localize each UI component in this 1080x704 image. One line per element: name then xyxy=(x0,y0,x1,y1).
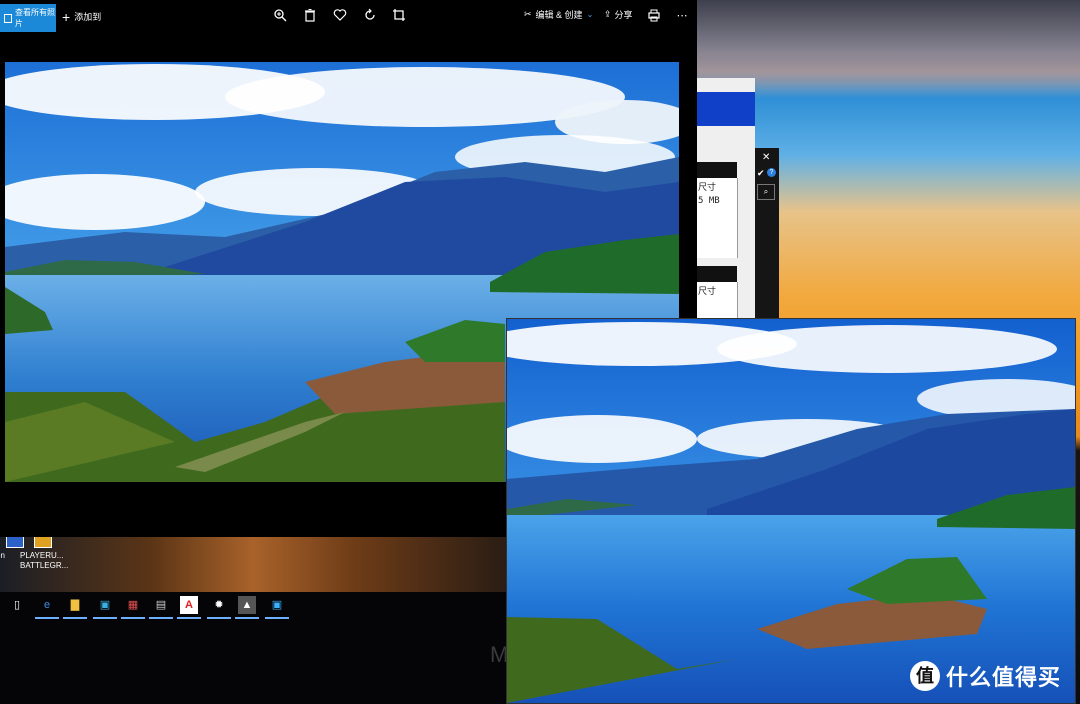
dialog-header xyxy=(697,162,737,178)
more-icon[interactable]: ⋯ xyxy=(674,8,690,24)
secondary-lake-photo xyxy=(507,319,1075,703)
watermark-text: 什么值得买 xyxy=(946,665,1062,690)
taskbar: ▯ e ▇ ▣ ▦ ▤ A ✹ ▲ ▣ xyxy=(0,592,506,622)
photos-icon[interactable]: ▲ xyxy=(235,596,259,619)
printer-app-icon[interactable]: ▤ xyxy=(149,596,173,619)
edit-create-menu[interactable]: ✂ 编辑 & 创建 ⌄ xyxy=(524,8,593,21)
media-icon[interactable]: ▣ xyxy=(265,596,289,619)
close-icon[interactable]: ✕ xyxy=(762,152,770,163)
watermark-badge: 值 xyxy=(910,661,940,691)
search-icon[interactable]: ⌕ xyxy=(757,184,775,200)
view-all-photos-button[interactable]: 查看所有照片 xyxy=(0,4,56,32)
chevron-down-icon: ⌄ xyxy=(586,10,594,19)
zoom-icon[interactable] xyxy=(272,8,288,24)
add-to-button[interactable]: + 添加到 xyxy=(62,8,102,25)
delete-icon[interactable] xyxy=(302,8,318,24)
file-explorer-icon[interactable]: ▇ xyxy=(63,596,87,619)
settings-icon[interactable]: ✹ xyxy=(207,596,231,619)
photos-toolbar: 查看所有照片 + 添加到 ✂ 编辑 & 创建 ⌄ ⇪ 分享 ⋯ xyxy=(0,0,697,34)
print-icon[interactable] xyxy=(646,8,662,24)
view-all-photos-label: 查看所有照片 xyxy=(14,8,55,28)
scissors-icon: ✂ xyxy=(524,9,532,19)
edge-icon[interactable]: e xyxy=(35,596,59,619)
watermark: 值 什么值得买 xyxy=(910,660,1061,692)
plus-icon: + xyxy=(62,8,71,25)
wallpaper-cloud xyxy=(690,0,1080,90)
share-label: 分享 xyxy=(614,10,633,20)
desktop-icon-label-2b: BATTLEGR... xyxy=(20,561,69,570)
add-to-label: 添加到 xyxy=(74,12,102,22)
favorite-icon[interactable] xyxy=(332,8,348,24)
rotate-icon[interactable] xyxy=(362,8,378,24)
crop-icon[interactable] xyxy=(391,8,407,24)
share-button[interactable]: ⇪ 分享 xyxy=(604,8,633,21)
size-label: 尺寸 xyxy=(698,183,717,193)
edit-create-label: 编辑 & 创建 xyxy=(535,10,583,20)
dialog-selection xyxy=(697,92,755,126)
side-panel: ✕ ✔ ? ⌕ xyxy=(755,148,779,318)
size-value: 5 MB xyxy=(698,196,720,206)
acrobat-icon[interactable]: A xyxy=(177,596,201,619)
help-icon[interactable]: ? xyxy=(767,168,776,177)
desktop-icon-label-2a: PLAYERU... xyxy=(20,551,64,560)
photos-grid-icon xyxy=(4,13,12,23)
dialog-section-2: 尺寸 xyxy=(697,282,738,318)
app-icon[interactable]: ▦ xyxy=(121,596,145,619)
secondary-monitor xyxy=(506,318,1076,704)
properties-dialog: 尺寸 5 MB 尺寸 xyxy=(697,78,755,318)
dialog-header-2 xyxy=(697,266,737,282)
share-icon: ⇪ xyxy=(604,9,612,19)
size-label-2: 尺寸 xyxy=(698,287,717,297)
task-view-icon[interactable]: ▯ xyxy=(8,596,26,614)
store-icon[interactable]: ▣ xyxy=(93,596,117,619)
check-icon[interactable]: ✔ xyxy=(757,168,765,179)
dialog-section: 尺寸 5 MB xyxy=(697,178,738,258)
